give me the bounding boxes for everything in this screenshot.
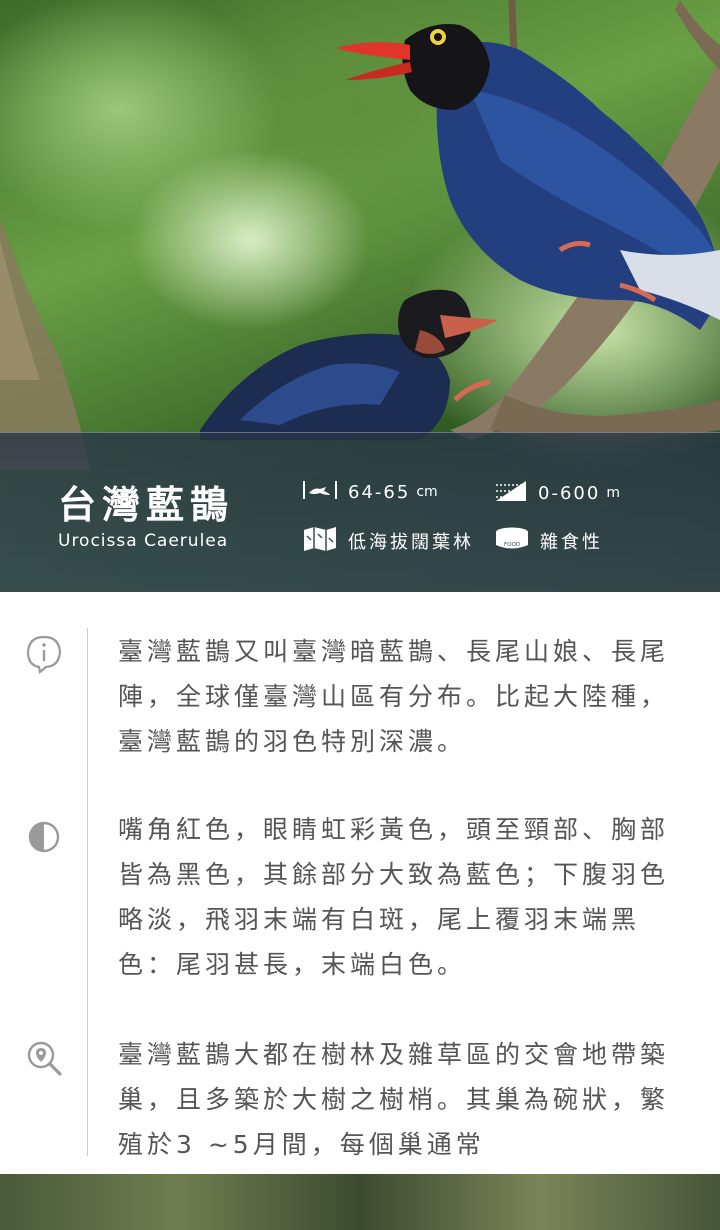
stat-habitat: 低海拔闊葉林 [302, 526, 474, 556]
diet-text: 雜食性 [540, 532, 603, 553]
info-icon [24, 634, 64, 678]
description-panel: 臺灣藍鵲又叫臺灣暗藍鵲、長尾山娘、長尾陣，全球僅臺灣山區有分布。比起大陸種，臺灣… [0, 592, 720, 1174]
appearance-icon [24, 821, 64, 865]
bird-length-icon [302, 479, 338, 505]
altitude-icon [494, 479, 528, 507]
species-name-latin: Urocissa Caerulea [58, 531, 229, 551]
length-unit: cm [416, 484, 438, 500]
map-icon [302, 526, 338, 556]
altitude-value: 0-600 [538, 482, 601, 504]
stat-diet: FOOD 雜食性 [494, 526, 603, 556]
altitude-unit: m [606, 485, 620, 501]
stat-altitude: 0-600 m [494, 479, 620, 507]
intro-paragraph: 臺灣藍鵲又叫臺灣暗藍鵲、長尾山娘、長尾陣，全球僅臺灣山區有分布。比起大陸種，臺灣… [118, 637, 670, 756]
length-value: 64-65 [348, 481, 411, 503]
svg-text:FOOD: FOOD [504, 542, 520, 548]
timeline-rail [87, 628, 88, 1156]
species-name-zh: 台灣藍鵲 [58, 483, 235, 527]
bottom-photo-strip [0, 1174, 720, 1230]
stat-length: 64-65 cm [302, 479, 438, 505]
appearance-paragraph: 嘴角紅色，眼睛虹彩黃色，頭至頸部、胸部皆為黑色，其餘部分大致為藍色；下腹羽色略淡… [118, 815, 670, 979]
food-icon: FOOD [494, 526, 530, 556]
location-search-icon [24, 1040, 64, 1084]
habitat-text: 低海拔闊葉林 [348, 532, 474, 553]
nesting-paragraph: 臺灣藍鵲大都在樹林及雜草區的交會地帶築巢，且多築於大樹之樹梢。其巢為碗狀，繁殖於… [118, 1040, 670, 1159]
